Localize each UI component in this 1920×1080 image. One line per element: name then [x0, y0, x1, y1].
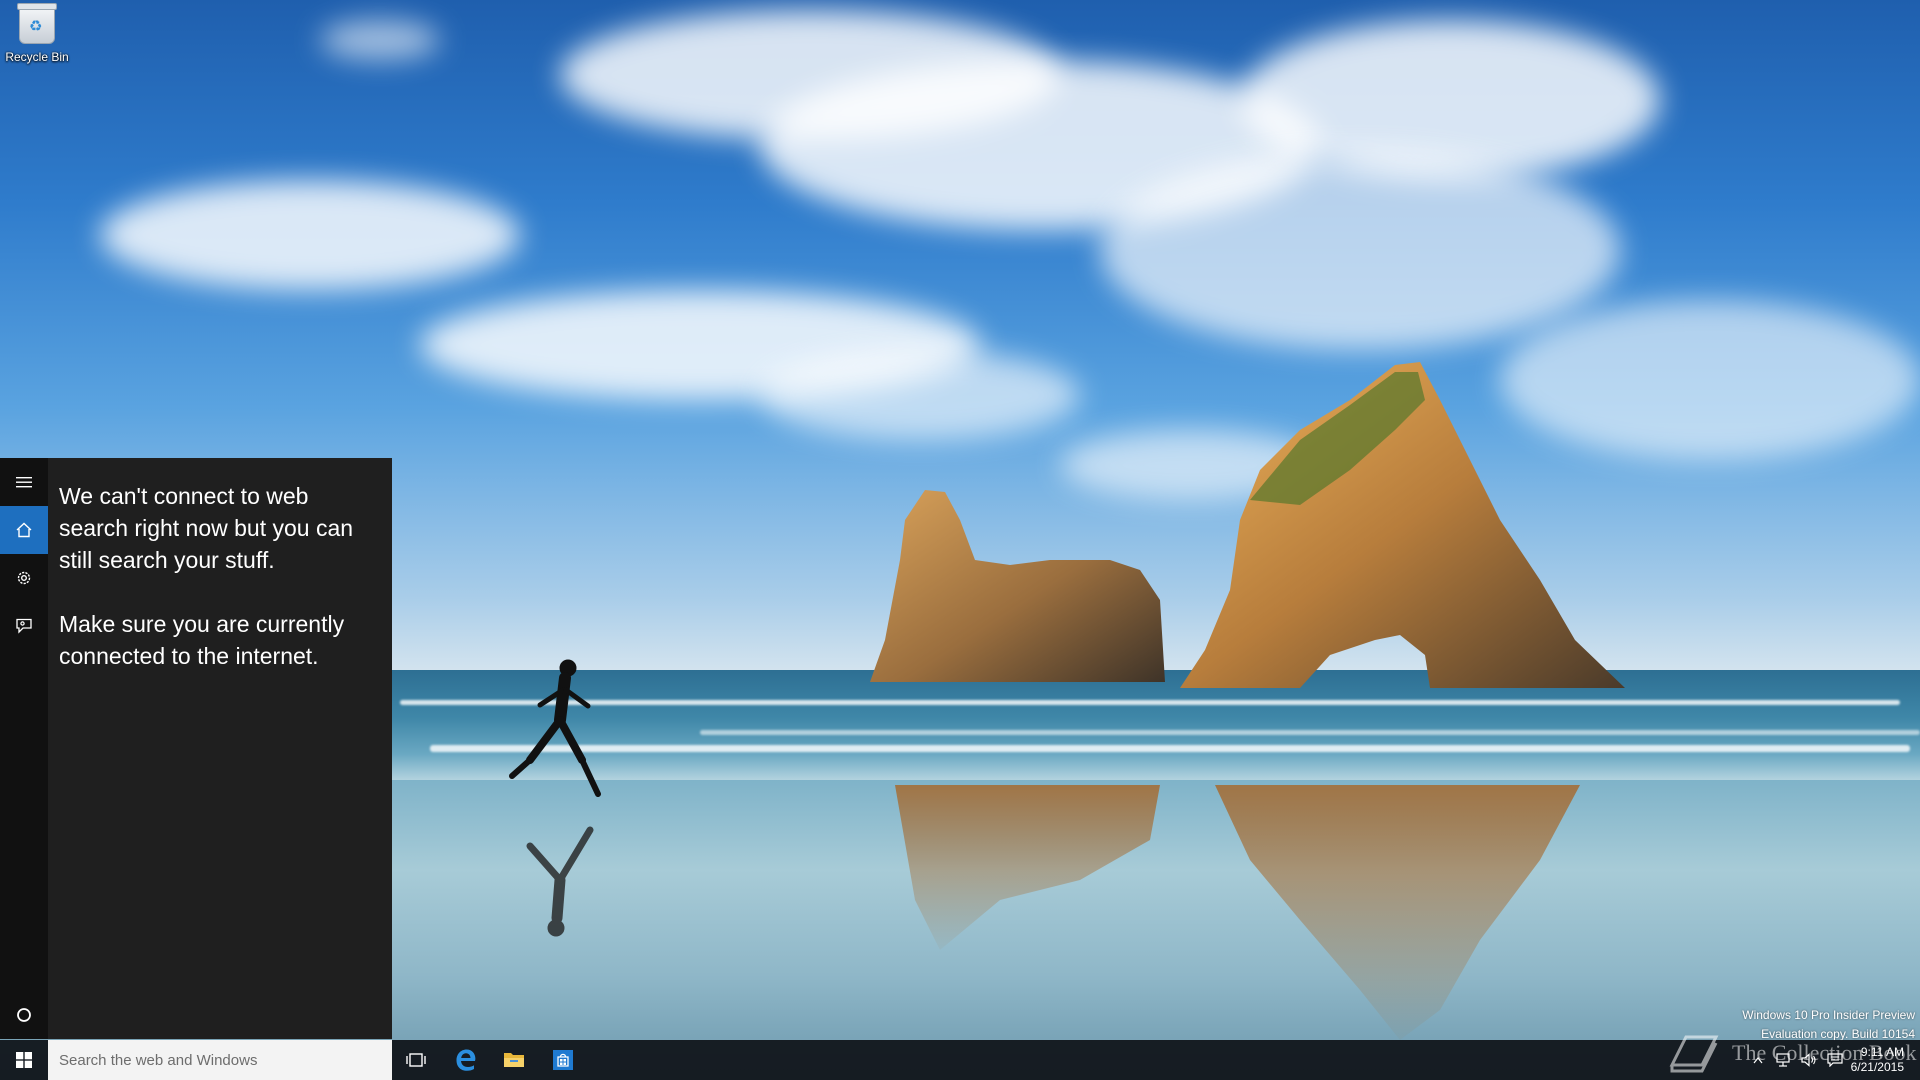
left-rock-reflection — [895, 785, 1160, 950]
settings-gear-icon — [17, 571, 31, 585]
message-no-web-search: We can't connect to web search right now… — [59, 483, 354, 573]
feedback-button[interactable] — [0, 602, 48, 650]
file-explorer-icon — [504, 1053, 524, 1067]
right-rock-reflection — [1215, 785, 1580, 1040]
task-view-icon — [406, 1053, 426, 1067]
settings-button[interactable] — [0, 554, 48, 602]
feedback-icon — [16, 618, 32, 634]
cortana-circle-icon — [17, 1008, 31, 1022]
evaluation-watermark: Windows 10 Pro Insider Preview Evaluatio… — [1742, 1006, 1915, 1044]
clock-time: 9:11 AM — [1860, 1045, 1904, 1059]
hamburger-menu-icon — [16, 477, 32, 488]
desktop-icon-label: Recycle Bin — [5, 50, 69, 64]
cortana-search-panel: We can't connect to web search right now… — [0, 458, 392, 1039]
action-center-icon — [1827, 1053, 1843, 1067]
home-button[interactable] — [0, 506, 48, 554]
store-button[interactable] — [539, 1040, 587, 1080]
network-button[interactable] — [1770, 1040, 1796, 1080]
taskbar-search-box[interactable]: Search the web and Windows — [48, 1040, 392, 1080]
taskbar: Search the web and Windows 9:11 AM 6/21/… — [0, 1040, 1920, 1080]
runner-silhouette — [509, 659, 601, 797]
network-icon — [1776, 1053, 1790, 1067]
volume-icon — [1801, 1053, 1816, 1067]
watermark-line-1: Windows 10 Pro Insider Preview — [1742, 1008, 1915, 1022]
cortana-button[interactable] — [0, 991, 48, 1039]
show-hidden-icons-chevron — [1753, 1057, 1763, 1064]
file-explorer-button[interactable] — [490, 1040, 538, 1080]
recycle-bin-icon: ♻ — [17, 3, 57, 44]
runner-reflection — [526, 826, 594, 937]
edge-browser-icon — [456, 1049, 476, 1071]
start-button[interactable] — [0, 1040, 48, 1080]
windows-start-icon — [16, 1052, 32, 1068]
clock-date: 6/21/2015 — [1850, 1060, 1904, 1074]
action-center-button[interactable] — [1822, 1040, 1848, 1080]
home-icon — [16, 522, 32, 538]
store-icon — [553, 1050, 573, 1070]
panel-side-rail — [0, 458, 48, 1039]
message-check-connection: Make sure you are currently connected to… — [59, 611, 345, 669]
volume-button[interactable] — [1796, 1040, 1822, 1080]
taskbar-clock[interactable]: 9:11 AM 6/21/2015 — [1851, 1045, 1904, 1075]
left-rock — [870, 490, 1165, 682]
search-placeholder: Search the web and Windows — [59, 1051, 258, 1069]
connection-message: We can't connect to web search right now… — [59, 480, 375, 704]
desktop-icon-recycle-bin[interactable]: ♻ Recycle Bin — [4, 3, 70, 64]
edge-browser-button[interactable] — [442, 1040, 490, 1080]
show-hidden-icons-button[interactable] — [1746, 1040, 1770, 1080]
hamburger-menu-button[interactable] — [0, 458, 48, 506]
task-view-button[interactable] — [392, 1040, 440, 1080]
